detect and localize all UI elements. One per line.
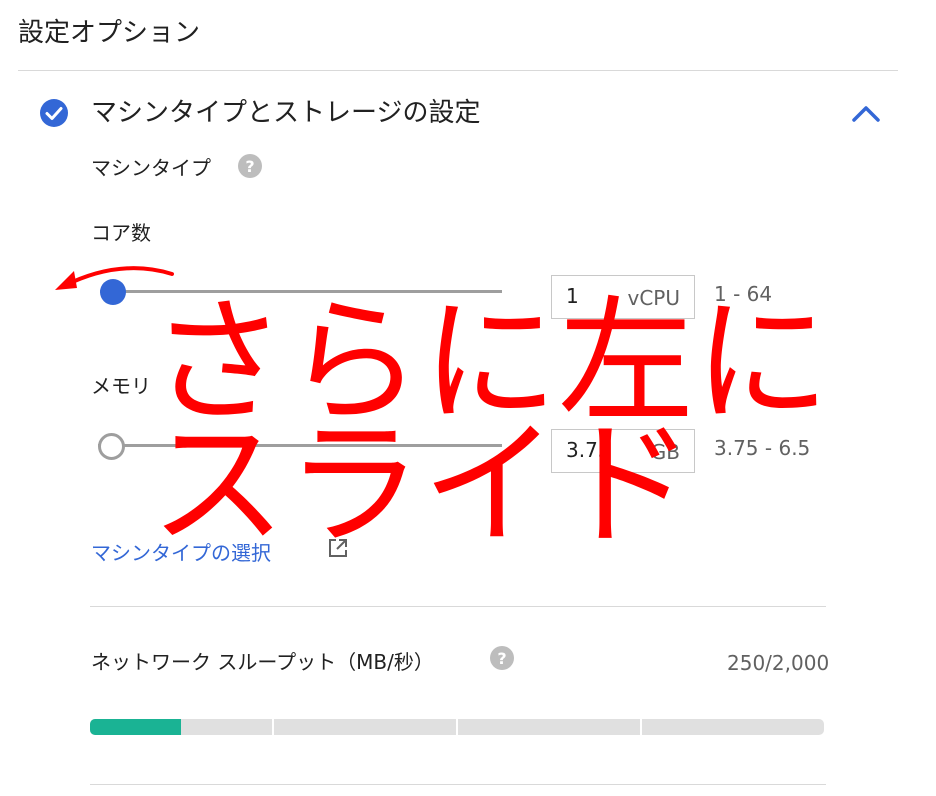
annotation-line2: スライド	[150, 407, 694, 565]
throughput-fill	[90, 719, 182, 735]
cores-label: コア数	[91, 221, 151, 245]
network-throughput-value: 250/2,000	[727, 651, 830, 675]
svg-text:?: ?	[245, 157, 254, 176]
memory-slider-thumb[interactable]	[98, 433, 125, 460]
check-circle-icon	[40, 99, 68, 127]
throughput-segment	[90, 719, 272, 735]
header-divider	[18, 70, 898, 71]
memory-label: メモリ	[91, 374, 151, 398]
throughput-bar	[90, 719, 824, 735]
panel-title: マシンタイプとストレージの設定	[91, 98, 481, 128]
chevron-up-icon[interactable]	[850, 100, 882, 126]
throughput-segment	[458, 719, 640, 735]
help-icon[interactable]: ?	[490, 646, 514, 670]
section-divider	[90, 784, 826, 785]
machine-type-label: マシンタイプ	[91, 156, 211, 180]
throughput-segment	[642, 719, 824, 735]
throughput-segment	[274, 719, 456, 735]
help-icon[interactable]: ?	[238, 154, 262, 178]
section-divider	[90, 606, 826, 607]
svg-text:?: ?	[497, 649, 506, 668]
section-title: 設定オプション	[18, 18, 201, 48]
network-throughput-label: ネットワーク スループット（MB/秒）	[91, 650, 434, 674]
